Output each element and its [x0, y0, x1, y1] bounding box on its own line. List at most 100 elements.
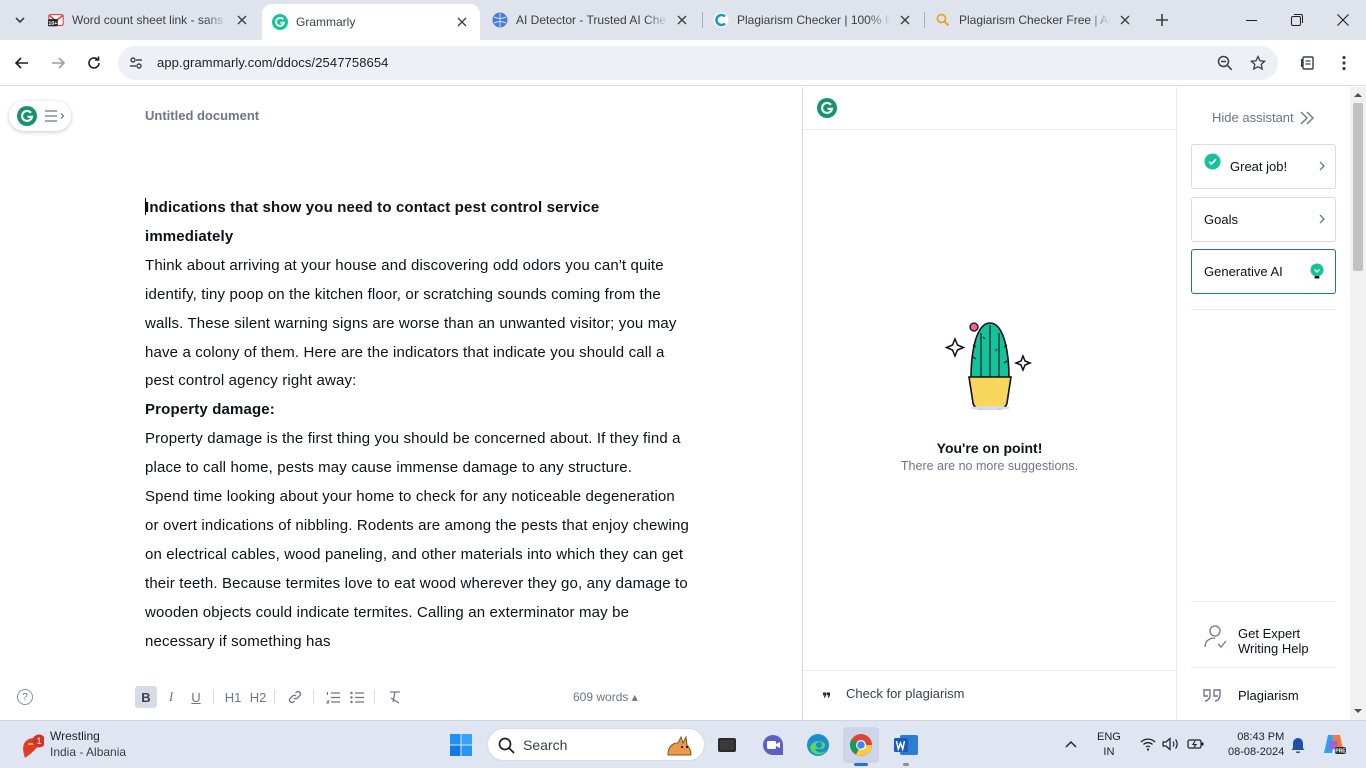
new-tab-button[interactable] [1150, 8, 1174, 32]
show-hidden-icons-button[interactable] [1061, 734, 1081, 754]
check-plagiarism-button[interactable]: ❞ Check for plagiarism [803, 670, 1176, 720]
bold-button[interactable]: B [135, 686, 157, 708]
zoom-icon[interactable] [1215, 53, 1235, 73]
reload-button[interactable] [80, 49, 108, 77]
weather-widget[interactable]: 1 Wrestling India - Albania [20, 728, 170, 764]
sports-news-icon: 1 [23, 734, 44, 758]
help-icon[interactable]: ? [17, 689, 33, 705]
tab-grammarly[interactable]: Grammarly [262, 4, 480, 40]
hide-assistant-button[interactable]: Hide assistant [1212, 110, 1315, 125]
taskbar-app-task-view[interactable] [709, 727, 745, 763]
reading-list-icon[interactable] [1296, 51, 1320, 75]
scroll-up-arrow-icon[interactable] [1350, 89, 1366, 101]
document-paragraph[interactable]: Think about arriving at your house and d… [145, 252, 690, 397]
volume-icon[interactable] [1161, 734, 1181, 754]
document-title[interactable]: Untitled document [145, 108, 259, 123]
formatting-toolbar: ? B I U H1 H2 609 words ▴ [0, 684, 802, 714]
goals-card[interactable]: Goals [1191, 197, 1336, 242]
ai-detector-icon [492, 12, 508, 28]
clear-format-button[interactable] [384, 686, 406, 708]
document-paragraph[interactable]: Property damage is the first thing you s… [145, 425, 690, 483]
taskbar-app-edge[interactable] [800, 727, 836, 763]
battery-icon[interactable] [1186, 734, 1206, 754]
tab-title: Grammarly [296, 15, 356, 29]
plagiarism-sidebar-button[interactable]: Plagiarism [1201, 682, 1336, 710]
taskbar-search-box[interactable]: Search [487, 728, 705, 761]
wifi-icon[interactable] [1138, 734, 1158, 754]
quote-icon: ❞ [822, 691, 832, 708]
taskbar-app-chrome[interactable] [843, 727, 879, 766]
restore-button[interactable] [1274, 0, 1320, 40]
bullet-list-button[interactable] [346, 686, 368, 708]
tab-search-button[interactable] [8, 8, 32, 32]
reload-icon [88, 56, 100, 69]
cat-illustration-icon [667, 735, 692, 756]
start-button[interactable] [443, 727, 479, 763]
forward-button[interactable] [44, 49, 72, 77]
close-icon[interactable] [234, 12, 250, 28]
italic-button[interactable]: I [160, 686, 182, 708]
link-button[interactable] [284, 686, 306, 708]
taskbar-app-meet[interactable] [755, 727, 791, 763]
close-icon[interactable] [674, 12, 690, 28]
tab-ai-detector[interactable]: AI Detector - Trusted AI Che [482, 4, 700, 36]
browser-toolbar: app.grammarly.com/ddocs/2547758654 [0, 40, 1366, 86]
tab-gmail[interactable]: 10+ Word count sheet link - sans [38, 4, 260, 36]
clear-format-icon [390, 691, 400, 704]
word-app-icon [894, 735, 918, 755]
great-job-card[interactable]: Great job! [1191, 144, 1336, 189]
bookmark-star-icon[interactable] [1248, 53, 1268, 73]
search-icon [498, 737, 515, 754]
copilot-icon[interactable]: PRE [1322, 732, 1346, 756]
bulb-icon [1310, 263, 1324, 279]
close-icon[interactable] [454, 14, 470, 30]
assistant-panel: You're on point! There are no more sugge… [802, 87, 1176, 720]
document-heading[interactable]: Indications that show you need to contac… [145, 194, 690, 252]
document-paragraph[interactable]: Spend time looking about your home to ch… [145, 483, 690, 656]
hide-assistant-label: Hide assistant [1212, 110, 1294, 125]
grammarly-icon [272, 14, 288, 30]
site-settings-icon[interactable] [126, 53, 146, 73]
clock-date: 08-08-2024 [1228, 746, 1285, 758]
close-icon[interactable] [897, 12, 913, 28]
document-heading[interactable]: Property damage: [145, 396, 690, 425]
tab-plagiarism-checker-1[interactable]: Plagiarism Checker | 100% F [703, 4, 923, 36]
generative-ai-card[interactable]: Generative AI [1191, 249, 1336, 294]
language-code: ENG [1097, 731, 1121, 743]
system-clock[interactable]: 08:43 PM 08-08-2024 [1228, 730, 1284, 760]
scroll-down-arrow-icon[interactable] [1350, 705, 1366, 717]
expert-writing-help-button[interactable]: Get Expert Writing Help [1201, 619, 1336, 671]
tab-title: Plagiarism Checker Free | Ac [959, 13, 1111, 27]
video-chat-icon [763, 735, 783, 755]
document-editor: Untitled document Indications that show … [0, 87, 802, 720]
grammarly-menu-button[interactable] [9, 101, 71, 131]
minimize-button[interactable] [1228, 0, 1274, 40]
great-job-label: Great job! [1230, 159, 1288, 174]
clock-time: 08:43 PM [1237, 731, 1285, 743]
taskbar-app-word[interactable] [888, 727, 924, 766]
address-bar[interactable]: app.grammarly.com/ddocs/2547758654 [118, 46, 1278, 80]
page-scrollbar[interactable] [1350, 87, 1366, 720]
back-button[interactable] [8, 49, 36, 77]
tab-plagiarism-checker-2[interactable]: Plagiarism Checker Free | Ac [925, 4, 1143, 36]
url-text[interactable]: app.grammarly.com/ddocs/2547758654 [157, 55, 389, 70]
grammarly-logo-icon [17, 106, 37, 126]
more-menu-icon[interactable] [1332, 51, 1356, 75]
weather-title: Wrestling [50, 729, 100, 743]
numbered-list-button[interactable] [322, 686, 344, 708]
close-window-button[interactable] [1320, 0, 1366, 40]
restore-icon [1291, 14, 1303, 26]
underline-button[interactable]: U [185, 686, 207, 708]
heading2-button[interactable]: H2 [247, 686, 269, 708]
scrollbar-thumb[interactable] [1353, 103, 1363, 271]
sidebar-divider [1191, 667, 1336, 668]
heading1-button[interactable]: H1 [222, 686, 244, 708]
document-body[interactable]: Indications that show you need to contac… [145, 194, 690, 676]
grammarly-logo-icon [817, 98, 837, 118]
word-count[interactable]: 609 words ▴ [573, 690, 638, 704]
language-indicator[interactable]: ENG IN [1097, 730, 1121, 760]
region-code: IN [1103, 746, 1115, 758]
notifications-bell-icon[interactable] [1288, 734, 1308, 754]
close-icon[interactable] [1117, 12, 1133, 28]
svg-text:PRE: PRE [1335, 749, 1346, 755]
